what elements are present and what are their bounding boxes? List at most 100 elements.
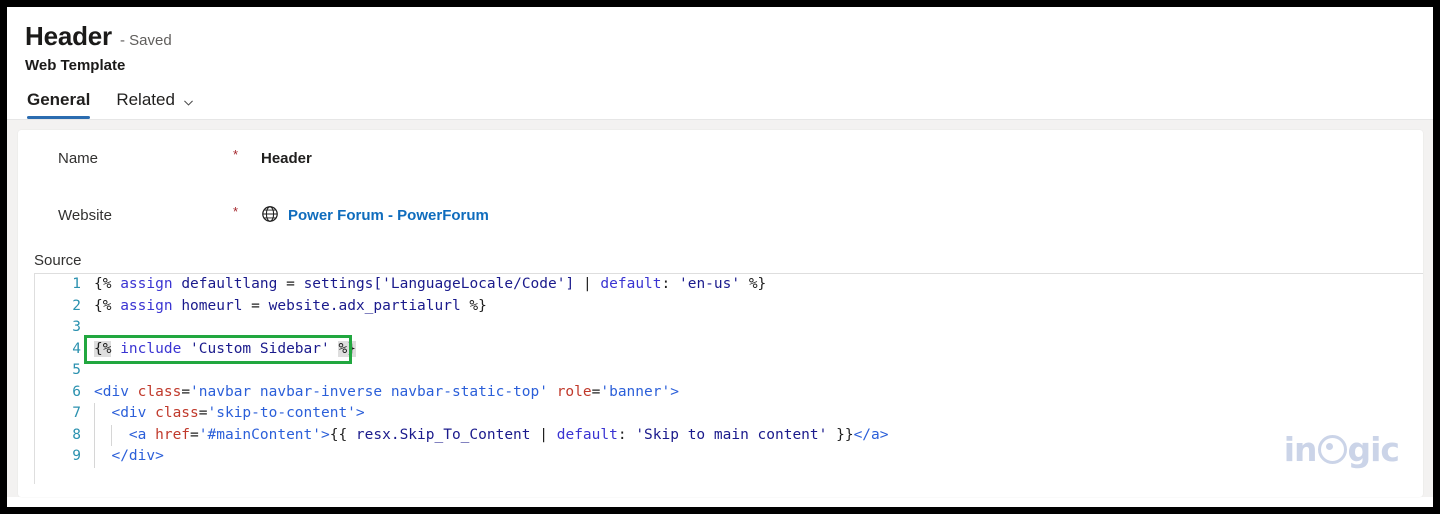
required-indicator-website: * [233,204,239,219]
code-token: > [355,405,365,421]
code-token: homeurl [172,297,252,314]
code-token: defaultlang [172,276,287,292]
tab-related-label: Related [116,90,175,109]
tab-related[interactable]: Related [116,90,195,119]
code-token: {% [94,276,121,292]
watermark-pre: in [1283,430,1318,469]
code-line-text: </div> [94,446,1423,468]
code-token: = [286,276,304,292]
code-line-text: {% include 'Custom Sidebar' %} [84,334,1423,364]
line-number: 1 [72,276,81,292]
form-card: Name * Header Website * Power Forum - Po… [18,130,1423,497]
code-line[interactable]: 9 </div> [35,446,1423,468]
code-line[interactable]: 4 {% include 'Custom Sidebar' %} [35,334,1423,364]
code-token: assign [120,276,173,292]
code-token: > [320,426,330,443]
code-token: > [670,383,679,400]
code-token: resx.Skip_To_Content [355,426,531,443]
indent-guide [111,424,112,446]
chevron-down-icon [182,94,195,107]
code-token: {% [94,297,121,314]
tab-general-label: General [27,90,91,109]
form-body: Name * Header Website * Power Forum - Po… [7,120,1433,497]
code-token: website.adx_partialurl [268,297,461,314]
code-token: 'LanguageLocale/Code' [382,276,566,292]
source-code-editor[interactable]: 1 {% assign defaultlang = settings['Langu… [34,273,1423,484]
code-line[interactable]: 7 <div class='skip-to-content'> [35,403,1423,425]
required-indicator-name: * [233,147,239,162]
code-token: assign [120,297,173,314]
record-header: Header - Saved Web Template [7,7,1433,74]
code-token: 'banner' [600,383,671,400]
indent-guide-line [94,446,95,468]
code-token: default [600,276,662,292]
indent-guide-line [111,424,112,446]
line-number: 4 [72,340,81,357]
code-token: 'navbar navbar-inverse navbar-static-top… [190,383,548,400]
code-token: </div> [94,448,164,464]
code-token: role [556,383,592,400]
code-line-text: <div class='navbar navbar-inverse navbar… [94,382,1423,404]
watermark-post: gic [1347,430,1400,469]
field-row-name: Name * Header [18,130,1423,187]
code-token: : [617,426,636,443]
indent-guide-line [94,424,95,446]
app-window: Header - Saved Web Template General Rela… [7,7,1433,507]
save-status: - Saved [119,32,172,49]
source-label: Source [34,252,82,269]
website-link-text: Power Forum - PowerForum [288,207,489,224]
code-token: 'Custom Sidebar' [190,340,330,357]
code-line-text: {% assign homeurl = website.adx_partialu… [94,296,1423,318]
code-token: <a [94,426,156,443]
code-token: '#mainContent' [198,426,321,443]
line-number: 3 [72,319,81,335]
globe-icon [261,205,279,227]
code-token: default [556,426,618,443]
indent-guide-line [94,403,95,425]
code-token: %} [460,297,487,314]
code-token: </a> [853,426,889,443]
indent-guide [94,446,95,468]
line-number: 5 [72,362,81,378]
title-row: Header - Saved [25,21,1433,52]
field-value-name[interactable]: Header [261,150,312,167]
code-token: <div [94,383,138,400]
line-number: 7 [72,405,81,421]
field-value-website[interactable]: Power Forum - PowerForum [261,205,489,227]
code-line[interactable]: 2 {% assign homeurl = website.adx_partial… [35,296,1423,318]
code-token: = [190,426,199,443]
tab-general[interactable]: General [27,90,91,119]
code-token: class [155,405,199,421]
code-token: settings[ [303,276,383,292]
code-line[interactable]: 6 <div class='navbar navbar-inverse navba… [35,382,1423,404]
code-line[interactable]: 1 {% assign defaultlang = settings['Langu… [35,274,1423,296]
code-line[interactable]: 5 [35,360,1423,382]
code-token: }} [827,426,854,443]
code-line-text: {% assign defaultlang = settings['Langua… [94,274,1423,296]
code-lines[interactable]: 1 {% assign defaultlang = settings['Langu… [35,274,1423,468]
code-line-text: <a href='#mainContent'>{{ resx.Skip_To_C… [94,424,1423,446]
code-token: %} [338,340,356,357]
code-token: {{ [329,426,356,443]
code-token: : [661,276,679,292]
field-label-website: Website [58,207,112,224]
code-token: = [181,383,191,400]
code-token: = [198,405,208,421]
code-line[interactable]: 8 <a href='#mainContent'>{{ resx.Skip_To… [35,424,1423,446]
page-title: Header [25,21,112,51]
field-label-name: Name [58,150,99,167]
code-token: | [530,426,557,443]
code-line[interactable]: 3 [35,317,1423,339]
code-token: %} [740,276,767,292]
code-token: = [251,297,269,314]
line-number: 2 [72,297,81,314]
form-tabs: General Related [7,90,1433,119]
entity-type-label: Web Template [25,57,126,74]
code-token: href [155,426,191,443]
line-number: 8 [72,426,81,443]
watermark-o-icon [1317,435,1347,464]
line-number: 9 [72,448,81,464]
code-token: <div [94,405,156,421]
